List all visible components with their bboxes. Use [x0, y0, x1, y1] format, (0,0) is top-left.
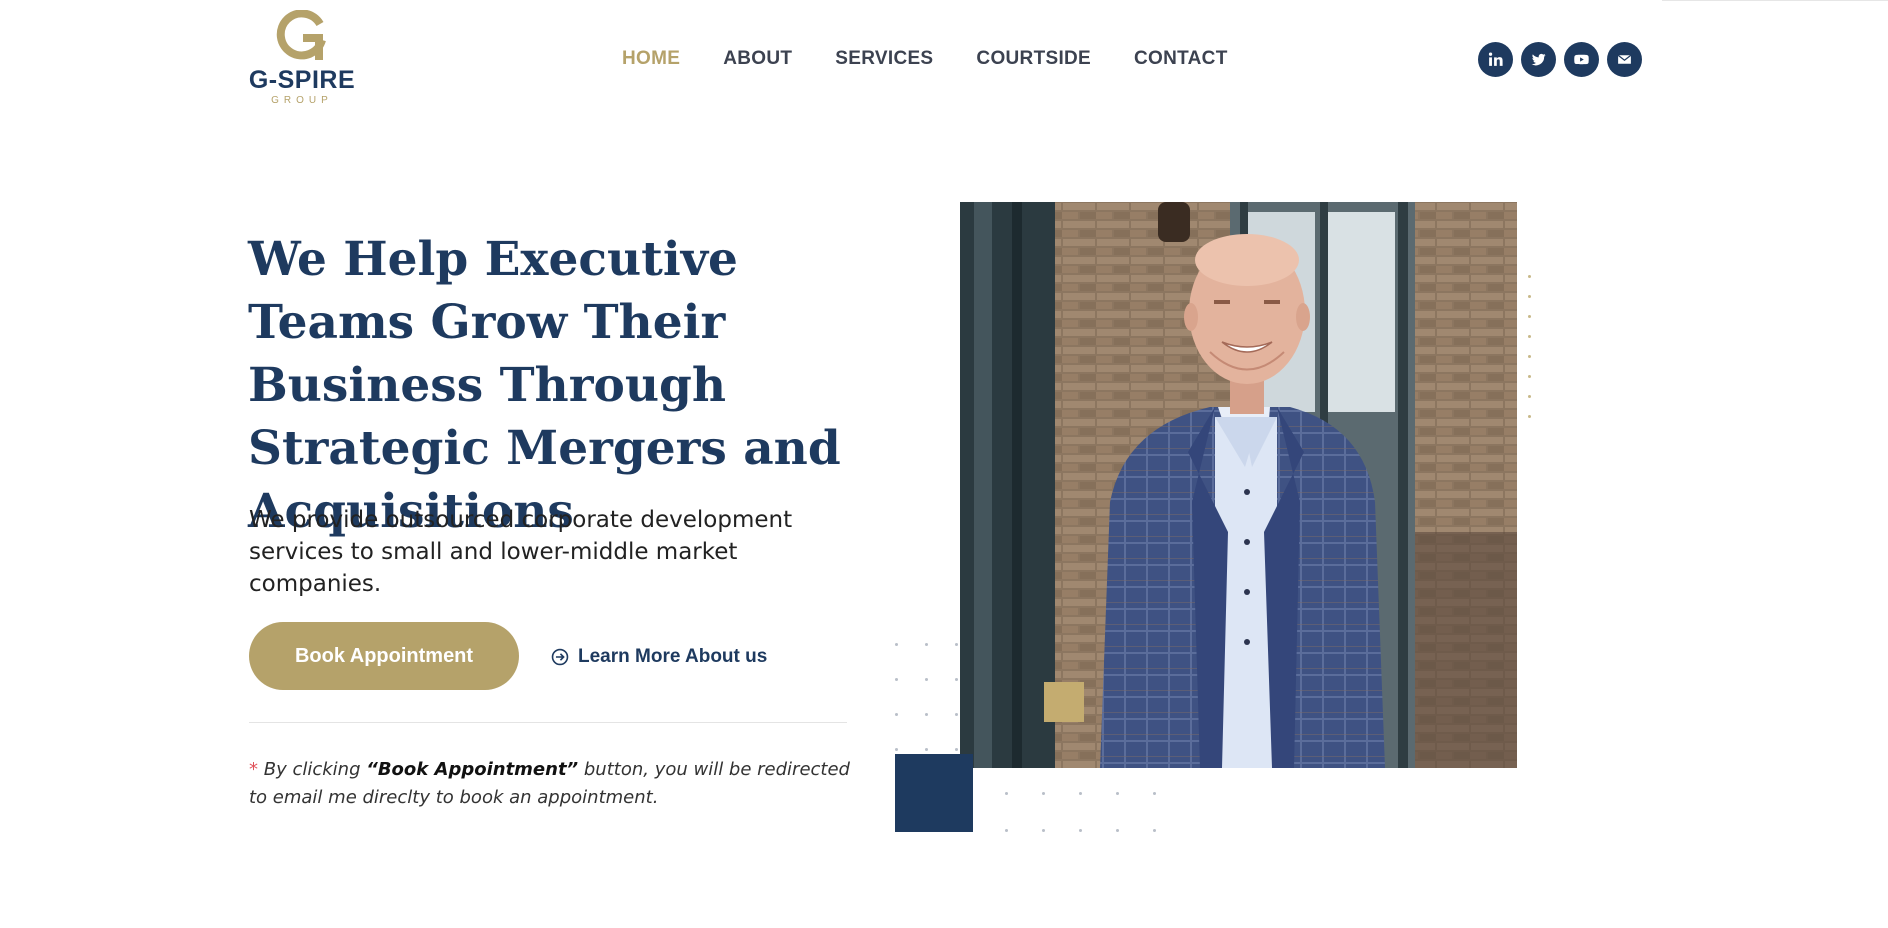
decorative-dot	[895, 643, 898, 646]
decorative-dot	[1528, 275, 1531, 278]
decorative-dot	[1528, 375, 1531, 378]
logo-subtitle: GROUP	[271, 95, 333, 106]
hero-subtext: We provide outsourced corporate developm…	[249, 507, 793, 597]
social-links	[1478, 42, 1642, 77]
booking-note: * By clicking “Book Appointment” button,…	[249, 756, 859, 812]
nav-contact[interactable]: CONTACT	[1134, 48, 1228, 70]
email-button[interactable]	[1607, 42, 1642, 77]
arrow-circle-right-icon	[551, 648, 569, 666]
note-bold: “Book Appointment”	[366, 759, 579, 780]
decorative-dot	[1153, 829, 1156, 832]
decorative-dot	[1005, 792, 1008, 795]
youtube-icon	[1574, 54, 1589, 65]
divider	[249, 722, 847, 723]
decorative-dot	[1528, 355, 1531, 358]
learn-more-label: Learn More About us	[578, 646, 768, 667]
decorative-dot	[1005, 829, 1008, 832]
decorative-dot	[955, 678, 958, 681]
learn-more-link[interactable]: Learn More About us	[551, 646, 767, 668]
decorative-dot	[1528, 335, 1531, 338]
decorative-dot	[1153, 792, 1156, 795]
decorative-navy-square	[895, 754, 973, 832]
nav-home[interactable]: HOME	[622, 48, 680, 70]
decorative-dot	[895, 748, 898, 751]
top-edge-line	[1662, 0, 1888, 1]
decorative-dot	[1528, 395, 1531, 398]
decorative-dot	[1079, 829, 1082, 832]
twitter-icon	[1531, 53, 1546, 66]
decorative-dot	[925, 748, 928, 751]
twitter-button[interactable]	[1521, 42, 1556, 77]
decorative-dot	[895, 678, 898, 681]
decorative-dot	[955, 713, 958, 716]
email-icon	[1617, 54, 1632, 64]
youtube-button[interactable]	[1564, 42, 1599, 77]
g-spire-logo-mark-icon	[276, 10, 326, 60]
linkedin-button[interactable]	[1478, 42, 1513, 77]
decorative-gold-square	[1044, 682, 1084, 722]
decorative-dot	[895, 713, 898, 716]
decorative-dot	[925, 713, 928, 716]
decorative-dot	[1116, 792, 1119, 795]
required-asterisk: *	[249, 759, 258, 780]
main-nav: HOME ABOUT SERVICES COURTSIDE CONTACT	[622, 48, 1271, 70]
decorative-dot	[1042, 829, 1045, 832]
decorative-dot	[955, 643, 958, 646]
book-appointment-button[interactable]: Book Appointment	[249, 622, 519, 690]
nav-about[interactable]: ABOUT	[723, 48, 792, 70]
nav-courtside[interactable]: COURTSIDE	[976, 48, 1091, 70]
decorative-dot	[1528, 415, 1531, 418]
logo[interactable]: G-SPIRE GROUP	[246, 10, 358, 108]
linkedin-icon	[1488, 52, 1503, 66]
decorative-dot	[1528, 295, 1531, 298]
decorative-dot	[1079, 792, 1082, 795]
decorative-dot	[1116, 829, 1119, 832]
decorative-dot	[955, 748, 958, 751]
decorative-dot	[925, 678, 928, 681]
decorative-dot	[1528, 315, 1531, 318]
hero-headline: We Help Executive Teams Grow Their Busin…	[248, 232, 841, 539]
decorative-dot	[1042, 792, 1045, 795]
nav-services[interactable]: SERVICES	[835, 48, 933, 70]
logo-name: G-SPIRE	[248, 66, 356, 94]
decorative-dot	[925, 643, 928, 646]
note-text-start: By clicking	[258, 759, 367, 780]
